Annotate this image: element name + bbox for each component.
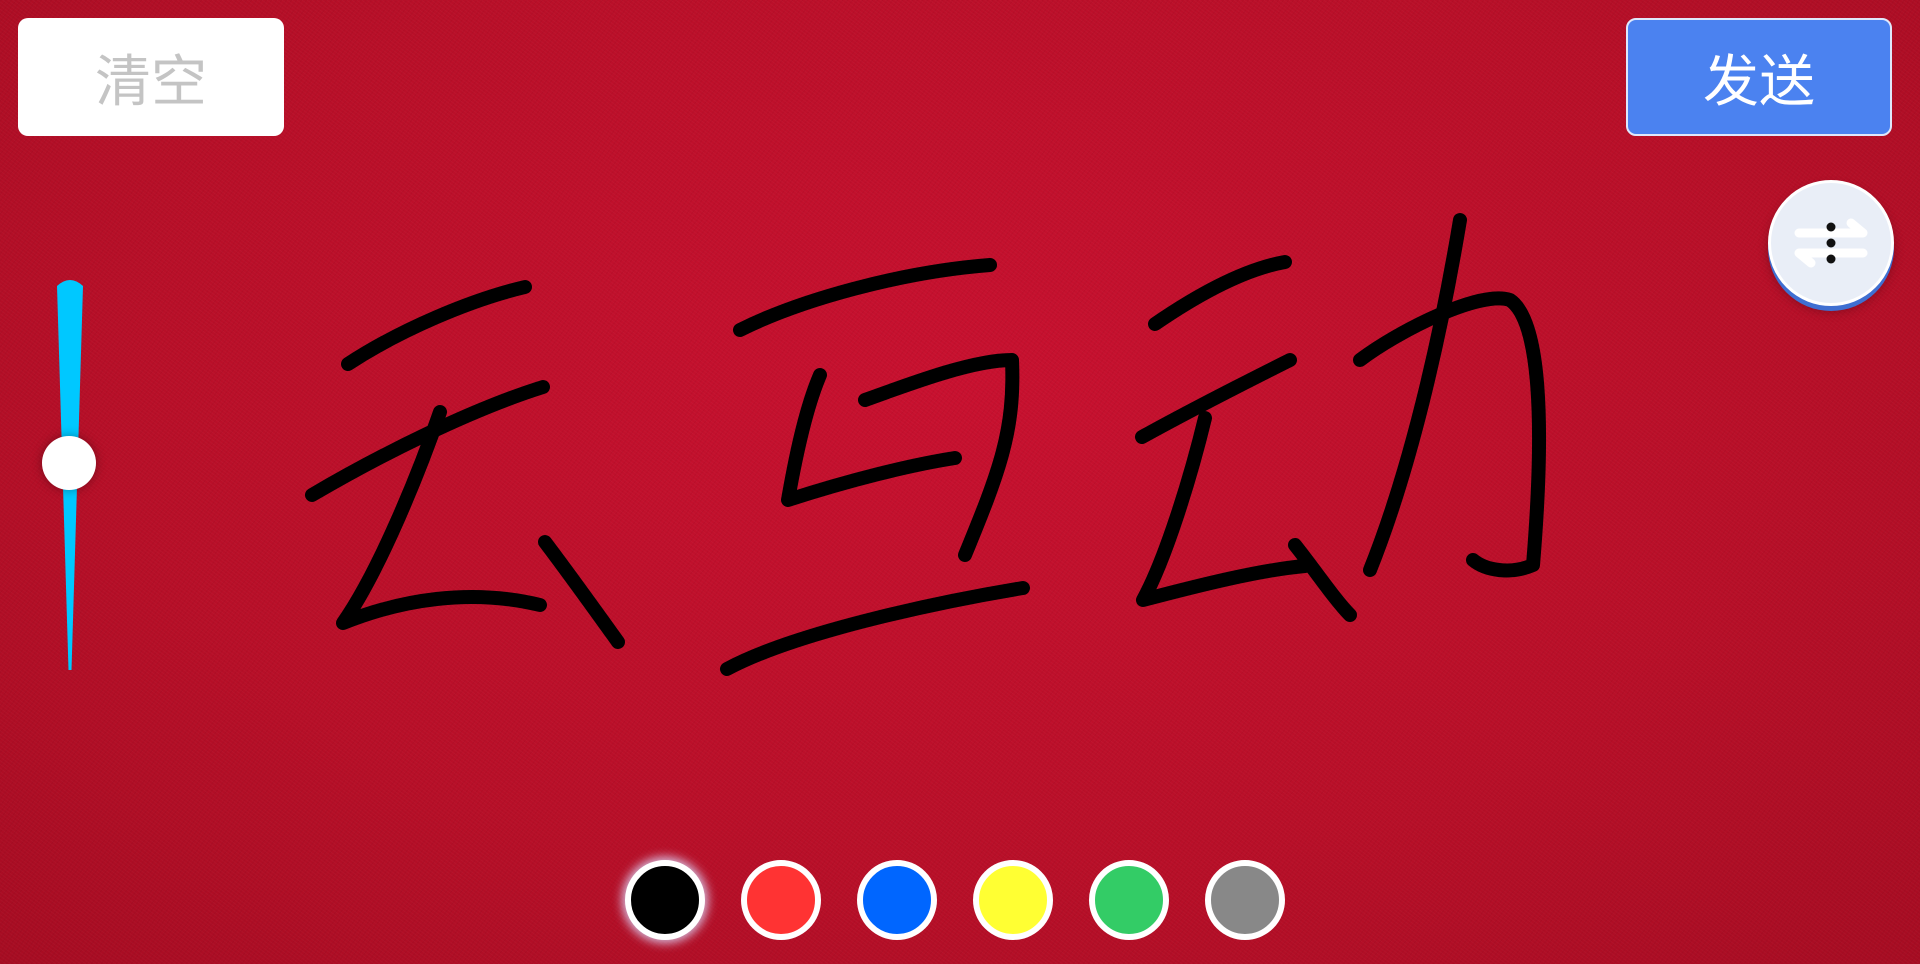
color-swatch-1[interactable] <box>625 860 705 940</box>
color-swatch-3[interactable] <box>857 860 937 940</box>
color-palette <box>625 860 1285 942</box>
color-swatch-4[interactable] <box>973 860 1053 940</box>
color-swatch-5[interactable] <box>1089 860 1169 940</box>
color-swatch-2[interactable] <box>741 860 821 940</box>
drawing-canvas[interactable]: 清空 发送 <box>0 0 1920 964</box>
handwriting-strokes <box>305 213 1547 676</box>
color-swatch-6[interactable] <box>1205 860 1285 940</box>
